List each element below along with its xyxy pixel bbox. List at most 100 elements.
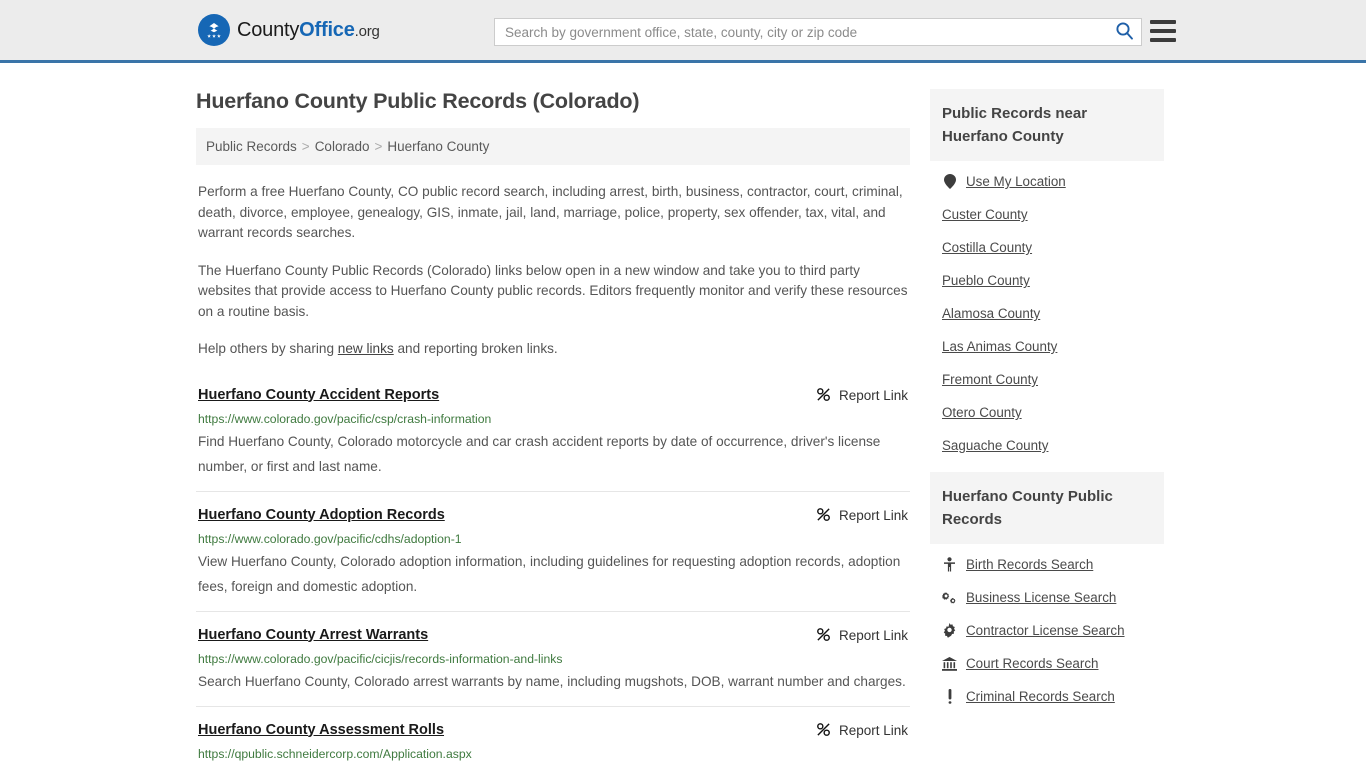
breadcrumb: Public Records > Colorado > Huerfano County	[196, 128, 910, 165]
search-input[interactable]	[495, 19, 1107, 45]
result-url: https://www.colorado.gov/pacific/cdhs/ad…	[198, 531, 462, 546]
search-icon	[1115, 21, 1134, 43]
search-button[interactable]	[1107, 19, 1141, 45]
sidebar-nearby-item[interactable]: Las Animas County	[930, 330, 1164, 363]
result-item: Huerfano County Accident Reports Report L…	[196, 376, 910, 491]
sidebar-records-item[interactable]: Contractor License Search	[930, 614, 1164, 647]
sidebar-records-item-label[interactable]: Court Records Search	[966, 656, 1098, 671]
sidebar-nearby-item-label[interactable]: Alamosa County	[942, 306, 1040, 321]
result-title-link[interactable]: Huerfano County Adoption Records	[198, 506, 445, 525]
result-description: Search Huerfano County, Colorado arrest …	[198, 673, 906, 689]
result-title-link[interactable]: Huerfano County Assessment Rolls	[198, 721, 444, 740]
site-header: CountyOffice.org	[0, 0, 1366, 63]
breadcrumb-item-huerfano-county[interactable]: Huerfano County	[387, 139, 489, 154]
result-description: Find Huerfano County, Colorado motorcycl…	[198, 433, 881, 474]
menu-bar	[1150, 38, 1176, 42]
new-links-link[interactable]: new links	[338, 341, 394, 356]
breadcrumb-item-public-records[interactable]: Public Records	[206, 139, 297, 154]
report-link-label: Report Link	[838, 508, 908, 523]
map-pin-icon	[942, 174, 957, 189]
sidebar-nearby-item[interactable]: Pueblo County	[930, 264, 1164, 297]
page-title: Huerfano County Public Records (Colorado…	[196, 89, 640, 113]
report-link-button[interactable]: Report Link	[816, 507, 908, 525]
result-url: https://www.colorado.gov/pacific/csp/cra…	[198, 411, 492, 426]
results-list: Huerfano County Accident Reports Report L…	[196, 376, 910, 768]
main-content: Huerfano County Public Records (Colorado…	[196, 63, 910, 768]
broken-link-icon	[816, 507, 831, 525]
report-link-label: Report Link	[838, 723, 908, 738]
result-title-link[interactable]: Huerfano County Arrest Warrants	[198, 626, 428, 645]
intro-paragraph-3: Help others by sharing new links and rep…	[198, 339, 908, 360]
broken-link-icon	[816, 627, 831, 645]
hamburger-menu-icon[interactable]	[1150, 20, 1176, 42]
site-logo-text: CountyOffice.org	[237, 19, 380, 42]
sidebar-records-item[interactable]: Criminal Records Search	[930, 680, 1164, 713]
result-header: Huerfano County Adoption Records Report L…	[198, 506, 908, 525]
breadcrumb-separator: >	[374, 139, 383, 154]
result-item: Huerfano County Arrest Warrants Report Li…	[196, 610, 910, 706]
sidebar-records-item-label[interactable]: Business License Search	[966, 590, 1116, 605]
sidebar-nearby-item-label[interactable]: Pueblo County	[942, 273, 1030, 288]
sidebar-nearby-item-label[interactable]: Las Animas County	[942, 339, 1057, 354]
sidebar-records-item-label[interactable]: Criminal Records Search	[966, 689, 1115, 704]
broken-link-icon	[816, 722, 831, 740]
result-item: Huerfano County Assessment Rolls Report L…	[196, 705, 910, 768]
gear-icon	[942, 623, 957, 638]
result-description: Search Huerfano County property assessme…	[198, 764, 908, 768]
sidebar-nearby-item-label[interactable]: Otero County	[942, 405, 1022, 420]
sidebar-nearby-item[interactable]: Alamosa County	[930, 297, 1164, 330]
intro-paragraph-1: Perform a free Huerfano County, CO publi…	[198, 184, 903, 240]
report-link-button[interactable]: Report Link	[816, 722, 908, 740]
sidebar-records-heading: Huerfano County Public Records	[930, 472, 1164, 544]
intro-p3-after: and reporting broken links.	[393, 341, 558, 356]
sidebar-nearby-item-label[interactable]: Use My Location	[966, 174, 1066, 189]
sidebar-nearby-heading: Public Records near Huerfano County	[930, 89, 1164, 161]
sidebar-nearby-item[interactable]: Fremont County	[930, 363, 1164, 396]
sidebar-records-item[interactable]: Court Records Search	[930, 647, 1164, 680]
intro-p3-before: Help others by sharing	[198, 341, 338, 356]
sidebar-nearby-item-label[interactable]: Custer County	[942, 207, 1028, 222]
baby-icon	[942, 557, 957, 572]
sidebar-panel-records: Huerfano County Public Records Birth Rec…	[930, 472, 1164, 713]
sidebar-nearby-item-label[interactable]: Costilla County	[942, 240, 1032, 255]
intro-text: Perform a free Huerfano County, CO publi…	[196, 182, 910, 360]
result-title-link[interactable]: Huerfano County Accident Reports	[198, 386, 439, 405]
sidebar-nearby-item-label[interactable]: Saguache County	[942, 438, 1048, 453]
report-link-label: Report Link	[838, 388, 908, 403]
result-description: View Huerfano County, Colorado adoption …	[198, 553, 901, 594]
sidebar-records-item[interactable]: Business License Search	[930, 581, 1164, 614]
page-body: Huerfano County Public Records (Colorado…	[0, 63, 1366, 768]
breadcrumb-item-colorado[interactable]: Colorado	[315, 139, 370, 154]
sidebar-records-item-label[interactable]: Birth Records Search	[966, 557, 1093, 572]
result-header: Huerfano County Assessment Rolls Report L…	[198, 721, 908, 740]
result-header: Huerfano County Accident Reports Report L…	[198, 386, 908, 405]
sidebar: Public Records near Huerfano County Use …	[930, 63, 1164, 723]
brand-org: .org	[354, 22, 380, 40]
intro-paragraph-2: The Huerfano County Public Records (Colo…	[198, 262, 908, 319]
site-logo[interactable]: CountyOffice.org	[198, 14, 380, 46]
sidebar-nearby-item[interactable]: Otero County	[930, 396, 1164, 429]
breadcrumb-separator: >	[301, 139, 310, 154]
sidebar-panel-nearby: Public Records near Huerfano County Use …	[930, 89, 1164, 462]
sidebar-nearby-item[interactable]: Saguache County	[930, 429, 1164, 462]
bank-building-icon	[942, 656, 957, 671]
broken-link-icon	[816, 387, 831, 405]
result-url: https://www.colorado.gov/pacific/cicjis/…	[198, 651, 563, 666]
sidebar-nearby-list: Use My Location Custer County Costilla Cou…	[930, 161, 1164, 462]
search-bar	[494, 18, 1142, 46]
sidebar-nearby-item[interactable]: Use My Location	[930, 165, 1164, 198]
result-url: https://qpublic.schneidercorp.com/Applic…	[198, 746, 472, 761]
fingerprint-icon	[942, 689, 957, 704]
menu-bar	[1150, 29, 1176, 33]
brand-office: Office	[299, 18, 355, 41]
menu-bar	[1150, 20, 1176, 24]
result-header: Huerfano County Arrest Warrants Report Li…	[198, 626, 908, 645]
report-link-button[interactable]: Report Link	[816, 627, 908, 645]
report-link-button[interactable]: Report Link	[816, 387, 908, 405]
sidebar-nearby-item[interactable]: Custer County	[930, 198, 1164, 231]
sidebar-records-item-label[interactable]: Contractor License Search	[966, 623, 1125, 638]
sidebar-nearby-item[interactable]: Costilla County	[930, 231, 1164, 264]
sidebar-nearby-item-label[interactable]: Fremont County	[942, 372, 1038, 387]
sidebar-records-item[interactable]: Birth Records Search	[930, 548, 1164, 581]
result-item: Huerfano County Adoption Records Report L…	[196, 490, 910, 611]
